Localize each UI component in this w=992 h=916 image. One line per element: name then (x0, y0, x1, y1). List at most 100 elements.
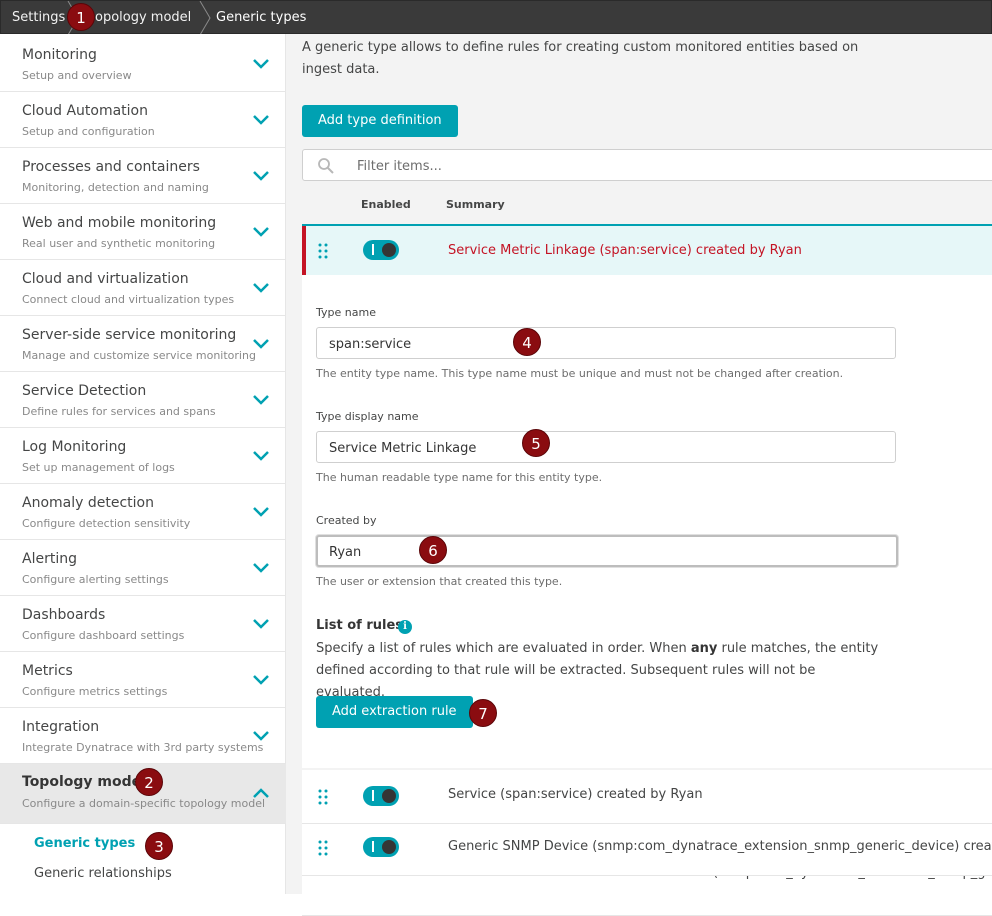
table-row-expanded[interactable]: Service Metric Linkage (span:service) cr… (302, 226, 992, 276)
search-icon (318, 158, 334, 174)
enabled-toggle[interactable] (363, 240, 399, 260)
sidebar-item-cloud-and-virtualization[interactable]: Cloud and virtualization Connect cloud a… (0, 260, 286, 316)
display-name-label: Type display name (316, 410, 419, 423)
add-type-definition-button[interactable]: Add type definition (302, 105, 458, 137)
sidebar-item-title: Alerting (22, 551, 77, 567)
breadcrumb-settings[interactable]: Settings (12, 1, 65, 35)
rules-description: Specify a list of rules which are evalua… (316, 641, 879, 700)
sidebar-item-subtitle: Connect cloud and virtualization types (22, 293, 235, 306)
drag-handle-icon[interactable] (318, 789, 328, 805)
annotation-badge: 1 (67, 3, 95, 31)
created-by-field[interactable] (316, 535, 898, 567)
created-by-label: Created by (316, 514, 377, 527)
sidebar-item-subtitle: Manage and customize service monitoring (22, 349, 256, 362)
chevron-down-icon[interactable] (252, 560, 270, 574)
row-summary: Service (span:service) created by Ryan (448, 787, 703, 802)
sidebar-item-title: Cloud and virtualization (22, 271, 189, 287)
type-name-field[interactable] (316, 327, 896, 359)
sidebar-item-subtitle: Monitoring, detection and naming (22, 181, 209, 194)
table-row[interactable]: Generic SNMP Device Network Interface (s… (302, 876, 992, 916)
sidebar-link-generic-types[interactable]: Generic types (34, 836, 135, 851)
enabled-toggle[interactable] (363, 837, 399, 857)
enabled-toggle[interactable] (363, 786, 399, 806)
main-content: A generic type allows to define rules fo… (286, 34, 992, 916)
info-icon[interactable]: i (398, 620, 412, 634)
sidebar-item-subtitle: Configure a domain-specific topology mod… (22, 797, 266, 810)
sidebar-item-processes-and-containers[interactable]: Processes and containers Monitoring, det… (0, 148, 286, 204)
sidebar-item-title: Processes and containers (22, 159, 200, 175)
rules-title: List of rules (316, 618, 404, 633)
intro-text: A generic type allows to define rules fo… (302, 40, 859, 77)
add-extraction-rule-button[interactable]: Add extraction rule (316, 696, 473, 728)
sidebar-item-alerting[interactable]: Alerting Configure alerting settings (0, 540, 286, 596)
chevron-down-icon[interactable] (252, 616, 270, 630)
sidebar-item-title: Dashboards (22, 607, 106, 623)
table-row[interactable]: Generic SNMP Device (snmp:com_dynatrace_… (302, 824, 992, 876)
sidebar-item-title: Web and mobile monitoring (22, 215, 217, 231)
chevron-down-icon[interactable] (252, 392, 270, 406)
column-header-enabled: Enabled (361, 198, 411, 211)
sidebar-item-title: Server-side service monitoring (22, 327, 237, 343)
filter-input[interactable] (357, 156, 757, 176)
annotation-badge: 2 (135, 768, 163, 796)
sidebar-item-title: Log Monitoring (22, 439, 127, 455)
created-by-input[interactable] (329, 542, 869, 562)
row-summary: Generic SNMP Device (snmp:com_dynatrace_… (448, 839, 992, 854)
sidebar-item-title: Cloud Automation (22, 103, 148, 119)
sidebar-item-title: Service Detection (22, 383, 147, 399)
sidebar-item-subtitle: Integrate Dynatrace with 3rd party syste… (22, 741, 264, 754)
sidebar-item-title: Topology model (22, 774, 146, 790)
annotation-badge: 6 (419, 536, 447, 564)
type-details-panel: Type name The entity type name. This typ… (302, 275, 992, 768)
chevron-down-icon[interactable] (252, 168, 270, 182)
sidebar-item-server-side-service-monitoring[interactable]: Server-side service monitoring Manage an… (0, 316, 286, 372)
chevron-down-icon[interactable] (252, 448, 270, 462)
display-name-input[interactable] (329, 438, 869, 458)
chevron-down-icon[interactable] (252, 112, 270, 126)
sidebar-item-metrics[interactable]: Metrics Configure metrics settings (0, 652, 286, 708)
chevron-down-icon[interactable] (252, 728, 270, 742)
sidebar-item-anomaly-detection[interactable]: Anomaly detection Configure detection se… (0, 484, 286, 540)
type-name-label: Type name (316, 306, 376, 319)
sidebar: Monitoring Setup and overview Cloud Auto… (0, 34, 286, 894)
chevron-down-icon[interactable] (252, 56, 270, 70)
drag-handle-icon[interactable] (318, 840, 328, 856)
row-summary: Generic SNMP Device Network Interface (s… (448, 876, 992, 898)
annotation-badge: 5 (522, 429, 550, 457)
sidebar-item-log-monitoring[interactable]: Log Monitoring Set up management of logs (0, 428, 286, 484)
chevron-up-icon[interactable] (252, 786, 270, 800)
table-row[interactable]: Service (span:service) created by Ryan (302, 770, 992, 824)
sidebar-item-title: Integration (22, 719, 100, 735)
sidebar-item-subtitle: Configure detection sensitivity (22, 517, 191, 530)
annotation-badge: 4 (513, 328, 541, 356)
sidebar-item-cloud-automation[interactable]: Cloud Automation Setup and configuration (0, 92, 286, 148)
chevron-down-icon[interactable] (252, 336, 270, 350)
sidebar-item-subtitle: Configure alerting settings (22, 573, 169, 586)
sidebar-item-subtitle: Define rules for services and spans (22, 405, 216, 418)
sidebar-item-web-and-mobile-monitoring[interactable]: Web and mobile monitoring Real user and … (0, 204, 286, 260)
display-name-field[interactable] (316, 431, 896, 463)
annotation-badge: 7 (469, 699, 497, 727)
sidebar-item-title: Metrics (22, 663, 73, 679)
sidebar-item-subtitle: Configure metrics settings (22, 685, 168, 698)
drag-handle-icon[interactable] (318, 243, 328, 259)
breadcrumb-topology-model[interactable]: opology model (95, 1, 191, 35)
chevron-down-icon[interactable] (252, 224, 270, 238)
sidebar-item-monitoring[interactable]: Monitoring Setup and overview (0, 36, 286, 92)
sidebar-item-subtitle: Setup and overview (22, 69, 132, 82)
breadcrumb: Settings opology model Generic types (0, 0, 992, 35)
display-name-hint: The human readable type name for this en… (316, 471, 603, 484)
sidebar-item-subtitle: Set up management of logs (22, 461, 175, 474)
type-name-input[interactable] (329, 334, 869, 354)
breadcrumb-generic-types: Generic types (216, 10, 307, 25)
sidebar-link-generic-relationships[interactable]: Generic relationships (34, 866, 172, 881)
chevron-down-icon[interactable] (252, 280, 270, 294)
sidebar-item-subtitle: Setup and configuration (22, 125, 155, 138)
chevron-down-icon[interactable] (252, 672, 270, 686)
chevron-down-icon[interactable] (252, 504, 270, 518)
sidebar-item-integration[interactable]: Integration Integrate Dynatrace with 3rd… (0, 708, 286, 764)
filter-bar[interactable] (302, 149, 992, 181)
sidebar-item-dashboards[interactable]: Dashboards Configure dashboard settings (0, 596, 286, 652)
sidebar-item-service-detection[interactable]: Service Detection Define rules for servi… (0, 372, 286, 428)
annotation-badge: 3 (145, 832, 173, 860)
